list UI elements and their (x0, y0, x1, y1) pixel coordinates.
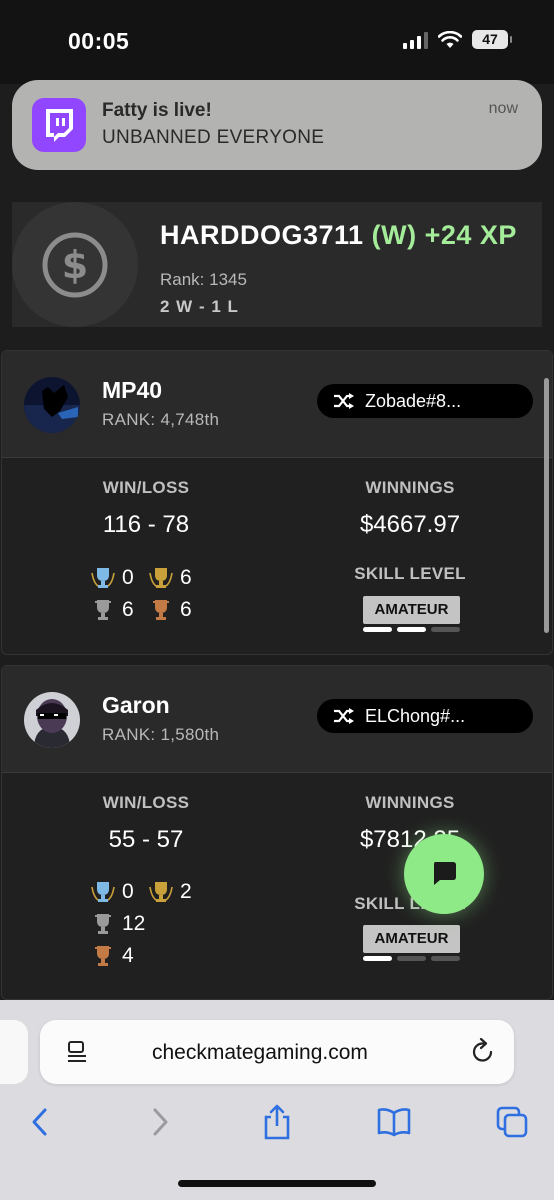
home-indicator (178, 1180, 376, 1187)
silver-trophy-icon (95, 914, 111, 934)
player-rank: RANK: 4,748th (102, 410, 220, 429)
player-username: HARDDOG3711 (160, 220, 364, 250)
gold-count: 2 (180, 880, 192, 903)
reload-icon[interactable] (470, 1038, 496, 1066)
avatar[interactable] (24, 377, 80, 433)
opponent-chip[interactable]: Zobade#8... (317, 384, 533, 418)
battery-icon: 47 (472, 30, 512, 49)
skill-level-bars (363, 956, 460, 961)
xp-gain: +24 XP (424, 220, 517, 250)
svg-text:$: $ (62, 243, 88, 287)
gold-trophy-icon (149, 882, 173, 902)
book-icon (377, 1108, 411, 1137)
winnings-value: $4667.97 (359, 511, 461, 538)
winnings-label: WINNINGS (365, 793, 455, 812)
winnings-value: $7812.25 (359, 826, 461, 853)
page-menu-icon[interactable] (66, 1040, 88, 1064)
notification-time: now (488, 100, 518, 117)
bronze-count: 6 (180, 598, 192, 621)
status-icons: 47 (403, 30, 512, 49)
win-loss-value: 55 - 57 (108, 826, 184, 853)
shuffle-icon (334, 708, 354, 724)
browser-toolbar (0, 1102, 554, 1142)
chat-bubble-icon (434, 862, 456, 885)
platinum-count: 0 (122, 880, 134, 903)
win-loss-value: 116 - 78 (102, 511, 190, 538)
previous-tab-preview[interactable] (0, 1020, 28, 1084)
status-time: 00:05 (68, 28, 130, 54)
twitch-icon (32, 98, 86, 152)
scrollbar[interactable] (544, 378, 549, 633)
gold-count: 6 (180, 566, 192, 589)
platinum-trophy-icon (91, 568, 115, 588)
opponent-chip[interactable]: ELChong#... (317, 699, 533, 733)
skill-badge: AMATEUR (363, 596, 460, 624)
match-result-card: $ HARDDOG3711 (W) +24 XP Rank: 1345 2 W … (12, 202, 542, 327)
opponent-name: Zobade#8... (365, 390, 462, 411)
win-loss-label: WIN/LOSS (102, 478, 190, 497)
silver-count: 6 (122, 598, 134, 621)
notification-title: Fatty is live! (102, 100, 212, 121)
bronze-count: 4 (122, 944, 134, 967)
xp-headline: HARDDOG3711 (W) +24 XP (160, 220, 517, 251)
notification-body: UNBANNED EVERYONE (102, 127, 325, 148)
chevron-left-icon (32, 1108, 47, 1136)
opponent-name: ELChong#... (365, 705, 466, 726)
bronze-trophy-icon (153, 600, 169, 620)
skill-level-label: SKILL LEVEL (354, 894, 466, 913)
address-bar[interactable]: checkmategaming.com (40, 1020, 514, 1084)
avatar[interactable] (24, 692, 80, 748)
trophy-counts: 0 2 12 4 (90, 879, 206, 969)
shuffle-icon (334, 393, 354, 409)
player-name: MP40 (102, 377, 163, 403)
wifi-icon (438, 30, 462, 48)
player-card-header: Garon RANK: 1,580th ELChong#... (2, 666, 552, 773)
chevron-right-icon (153, 1108, 168, 1136)
silver-count: 12 (122, 912, 146, 935)
player-rank: RANK: 1,580th (102, 725, 220, 744)
player-name: Garon (102, 692, 170, 718)
share-icon (264, 1104, 290, 1140)
tabs-icon (496, 1106, 528, 1138)
chat-button[interactable] (404, 834, 484, 914)
winnings-label: WINNINGS (365, 478, 455, 497)
forward-button[interactable] (140, 1102, 180, 1142)
skill-level-bars (363, 627, 460, 632)
player-record: 2 W - 1 L (160, 297, 239, 316)
win-loss-label: WIN/LOSS (102, 793, 190, 812)
browser-bottom-bar: checkmategaming.com (0, 1000, 554, 1200)
trophy-counts: 0 6 6 6 (90, 565, 206, 623)
bronze-trophy-icon (95, 946, 111, 966)
bookmarks-button[interactable] (374, 1102, 414, 1142)
notification-banner[interactable]: Fatty is live! UNBANNED EVERYONE now (12, 80, 542, 170)
player-card[interactable]: MP40 RANK: 4,748th Zobade#8... WIN/LOSS … (1, 350, 553, 655)
share-button[interactable] (257, 1102, 297, 1142)
player-card[interactable]: Garon RANK: 1,580th ELChong#... WIN/LOSS… (1, 665, 553, 1000)
tabs-button[interactable] (492, 1102, 532, 1142)
platinum-count: 0 (122, 566, 134, 589)
skill-level-label: SKILL LEVEL (354, 564, 466, 583)
player-card-header: MP40 RANK: 4,748th Zobade#8... (2, 351, 552, 458)
platinum-trophy-icon (91, 882, 115, 902)
status-bar: 00:05 47 (0, 0, 554, 84)
gold-trophy-icon (149, 568, 173, 588)
match-result: (W) (371, 220, 417, 250)
dollar-coin-icon: $ (12, 202, 138, 327)
back-button[interactable] (20, 1102, 60, 1142)
skill-badge: AMATEUR (363, 925, 460, 953)
silver-trophy-icon (95, 600, 111, 620)
cellular-signal-icon (403, 31, 428, 49)
player-rank: Rank: 1345 (160, 270, 247, 289)
url-text: checkmategaming.com (152, 1041, 368, 1064)
